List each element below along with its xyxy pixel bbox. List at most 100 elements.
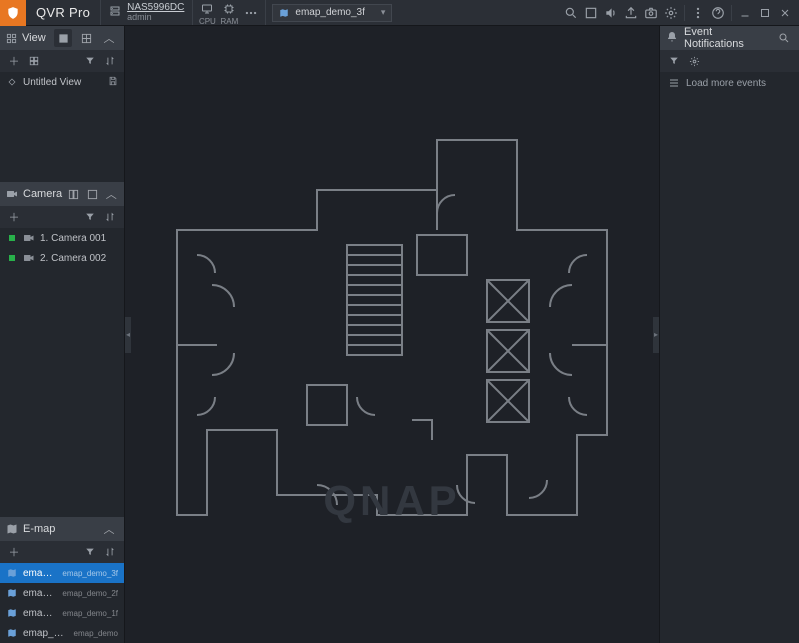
search-icon[interactable]	[561, 3, 581, 23]
view-list: Untitled View	[0, 72, 124, 182]
search-icon[interactable]	[775, 29, 793, 47]
divider	[684, 5, 685, 21]
floorplan-svg	[157, 85, 627, 585]
map-icon	[6, 523, 18, 535]
layout-btn-cam1[interactable]	[67, 185, 81, 203]
emap-item[interactable]: emap_demo_3femap_demo_3f	[0, 563, 124, 583]
collapse-right-icon[interactable]: ▸	[653, 317, 659, 353]
view-item-label: Untitled View	[23, 77, 103, 88]
map-icon	[279, 8, 289, 18]
emap-list: emap_demo_3femap_demo_3femap_demo_2femap…	[0, 563, 124, 643]
emap-item-sub: emap_demo_1f	[62, 609, 118, 618]
status-dot-icon	[6, 235, 18, 241]
topbar-left: QVR Pro NAS5996DC admin CPU RAM emap_dem…	[0, 0, 392, 25]
emap-item-label: emap_demo_2f	[23, 588, 57, 599]
emap-item-label: emap_demo_1f	[23, 608, 57, 619]
add-emap-button[interactable]: ＋	[6, 544, 22, 560]
grid-small-icon[interactable]	[26, 53, 42, 69]
emap-item-sub: emap_demo_2f	[62, 589, 118, 598]
save-icon[interactable]	[108, 76, 118, 89]
notifications-header[interactable]: Event Notifications	[660, 26, 799, 50]
menu-dots-icon[interactable]	[688, 3, 708, 23]
load-more-label: Load more events	[686, 78, 766, 89]
emap-item[interactable]: emap_demo emap_demo	[0, 623, 124, 643]
nas-icon	[109, 5, 121, 20]
emap-item[interactable]: emap_demo_1f emap_demo_1f	[0, 603, 124, 623]
grid-icon	[6, 33, 17, 44]
ram-label: RAM	[219, 17, 239, 26]
chevron-up-icon[interactable]: ︿	[100, 520, 118, 538]
sort-icon[interactable]	[102, 544, 118, 560]
volume-icon[interactable]	[601, 3, 621, 23]
status-dot-icon	[6, 255, 18, 261]
settings-icon[interactable]	[661, 3, 681, 23]
camera-header[interactable]: Camera ︿	[0, 182, 124, 206]
emap-dropdown[interactable]: emap_demo_3f ▾	[272, 4, 392, 22]
diamond-icon	[6, 78, 18, 86]
add-camera-button[interactable]: ＋	[6, 209, 22, 225]
settings-icon[interactable]	[686, 53, 702, 69]
cpu-status[interactable]: CPU	[197, 0, 217, 26]
section-view: View ︿ ＋ Untitled View	[0, 26, 124, 182]
camera-item[interactable]: 1. Camera 001	[0, 228, 124, 248]
map-icon	[6, 628, 18, 638]
minimize-icon[interactable]	[735, 3, 755, 23]
canvas[interactable]: ◂ ▸	[125, 26, 659, 643]
camera-icon	[23, 234, 35, 242]
help-icon[interactable]	[708, 3, 728, 23]
toolbar-right	[561, 0, 799, 25]
chevron-down-icon: ▾	[381, 7, 386, 18]
sort-icon[interactable]	[102, 53, 118, 69]
camera-item-label: 2. Camera 002	[40, 253, 118, 264]
emap-item-sub: emap_demo	[74, 629, 118, 638]
nas-selector[interactable]: NAS5996DC admin	[101, 2, 192, 23]
collapse-left-icon[interactable]: ◂	[125, 317, 131, 353]
emap-item-label: emap_demo	[23, 628, 69, 639]
maximize-icon[interactable]	[755, 3, 775, 23]
emap-tools: ＋	[0, 541, 124, 563]
nas-text: NAS5996DC admin	[127, 2, 184, 23]
camera-item-label: 1. Camera 001	[40, 233, 118, 244]
snapshot-icon[interactable]	[641, 3, 661, 23]
add-view-button[interactable]: ＋	[6, 53, 22, 69]
app-logo[interactable]	[0, 0, 26, 26]
emap-header[interactable]: E-map ︿	[0, 517, 124, 541]
chevron-up-icon[interactable]: ︿	[104, 185, 118, 203]
notifications-tools	[660, 50, 799, 72]
layout-btn-cam2[interactable]	[86, 185, 100, 203]
emap-current: emap_demo_3f	[295, 7, 374, 18]
ram-status[interactable]: RAM	[219, 0, 239, 26]
filter-icon[interactable]	[82, 544, 98, 560]
sort-icon[interactable]	[102, 209, 118, 225]
layout-btn-1[interactable]	[54, 29, 72, 47]
camera-item[interactable]: 2. Camera 002	[0, 248, 124, 268]
emap-item-sub: emap_demo_3f	[62, 569, 118, 578]
right-panel: Event Notifications Load more events	[659, 26, 799, 643]
more-icon[interactable]	[241, 3, 261, 23]
export-icon[interactable]	[621, 3, 641, 23]
status-icons: CPU RAM	[193, 0, 265, 26]
view-item[interactable]: Untitled View	[0, 72, 124, 92]
nas-user: admin	[127, 13, 184, 23]
filter-icon[interactable]	[82, 209, 98, 225]
filter-icon[interactable]	[82, 53, 98, 69]
view-header[interactable]: View ︿	[0, 26, 124, 50]
emap-title: E-map	[23, 523, 95, 535]
top-bar: QVR Pro NAS5996DC admin CPU RAM emap_dem…	[0, 0, 799, 26]
filter-icon[interactable]	[666, 53, 682, 69]
camera-icon	[23, 254, 35, 262]
load-more-button[interactable]: Load more events	[660, 72, 799, 94]
floor-plan: QNAP	[157, 85, 627, 585]
divider	[265, 0, 266, 25]
map-icon	[6, 568, 18, 578]
layout-btn-2[interactable]	[77, 29, 95, 47]
close-icon[interactable]	[775, 3, 795, 23]
camera-icon	[6, 189, 18, 199]
left-sidebar: View ︿ ＋ Untitled View	[0, 26, 125, 643]
map-icon	[6, 608, 18, 618]
bell-icon	[666, 31, 678, 46]
map-icon	[6, 588, 18, 598]
fullscreen-icon[interactable]	[581, 3, 601, 23]
chevron-up-icon[interactable]: ︿	[100, 29, 118, 47]
emap-item[interactable]: emap_demo_2f emap_demo_2f	[0, 583, 124, 603]
